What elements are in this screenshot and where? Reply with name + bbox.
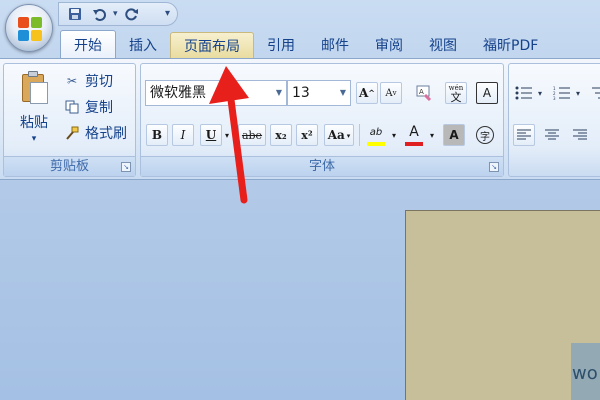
font-dialog-launcher-icon[interactable]: ↘ xyxy=(489,162,499,172)
grow-font-icon: ^ xyxy=(368,88,375,98)
copy-label: 复制 xyxy=(85,100,113,116)
bold-button[interactable]: B xyxy=(146,124,168,146)
phonetic-char-icon: 文 xyxy=(450,91,462,104)
tab-mailings[interactable]: 邮件 xyxy=(308,32,362,58)
numbering-button[interactable]: 123 xyxy=(551,82,573,104)
clipboard-dialog-launcher-icon[interactable]: ↘ xyxy=(121,162,131,172)
copy-button[interactable]: 复制 xyxy=(64,96,113,118)
undo-dropdown-icon[interactable]: ▾ xyxy=(113,9,118,19)
document-page[interactable]: wo xyxy=(405,210,600,400)
tab-foxit-pdf[interactable]: 福昕PDF xyxy=(470,32,551,58)
paste-button[interactable]: 粘贴 ▾ xyxy=(12,70,56,154)
tab-review[interactable]: 审阅 xyxy=(362,32,416,58)
multilevel-list-icon xyxy=(592,87,600,99)
align-left-button[interactable] xyxy=(513,124,535,146)
font-group-label: 字体 xyxy=(141,156,503,176)
align-center-button[interactable] xyxy=(541,124,563,146)
change-case-dropdown-icon: ▾ xyxy=(346,130,351,140)
font-color-dropdown-icon[interactable]: ▾ xyxy=(426,124,438,146)
align-right-button[interactable] xyxy=(569,124,591,146)
save-icon[interactable] xyxy=(65,5,85,23)
font-color-button[interactable]: A xyxy=(401,122,427,148)
font-name-select[interactable]: 微软雅黑 ▼ xyxy=(145,80,287,106)
font-name-value: 微软雅黑 xyxy=(150,85,206,101)
align-center-icon xyxy=(545,129,559,140)
superscript-button[interactable]: x² xyxy=(296,124,318,146)
underline-dropdown-icon[interactable]: ▾ xyxy=(221,124,233,146)
strikethrough-button[interactable]: abe xyxy=(238,124,266,146)
font-size-dropdown-icon[interactable]: ▼ xyxy=(340,81,346,105)
document-text: wo xyxy=(572,363,598,384)
cut-label: 剪切 xyxy=(85,74,113,90)
bullets-icon xyxy=(515,86,532,100)
paste-icon xyxy=(18,70,50,106)
clipboard-group-label: 剪贴板 xyxy=(4,156,135,176)
ribbon: 粘贴 ▾ ✂ 剪切 复制 格式刷 剪贴板 ↘ 微软雅黑 ▼ 13 ▼ A ^ A… xyxy=(0,58,600,180)
clear-format-icon: A xyxy=(416,85,432,102)
font-size-select[interactable]: 13 ▼ xyxy=(287,80,351,106)
font-size-value: 13 xyxy=(292,85,310,101)
paragraph-group: ▾ 123 ▾ xyxy=(508,63,600,177)
font-group: 微软雅黑 ▼ 13 ▼ A ^ Av A wén 文 A B I U ▾ abe x… xyxy=(140,63,504,177)
underline-button[interactable]: U xyxy=(200,124,222,146)
cut-button[interactable]: ✂ 剪切 xyxy=(64,70,113,92)
italic-button[interactable]: I xyxy=(172,124,194,146)
paste-label: 粘贴 xyxy=(20,115,48,131)
scissors-icon: ✂ xyxy=(66,74,78,88)
phonetic-guide-button[interactable]: wén 文 xyxy=(445,82,467,104)
shrink-font-icon: v xyxy=(392,89,397,97)
character-border-button[interactable]: A xyxy=(476,82,498,104)
shrink-font-button[interactable]: Av xyxy=(380,82,402,104)
undo-icon[interactable] xyxy=(89,5,109,23)
align-right-icon xyxy=(573,129,587,140)
justify-button[interactable] xyxy=(595,124,600,146)
change-case-button[interactable]: Aa ▾ xyxy=(324,124,354,146)
tab-home[interactable]: 开始 xyxy=(60,30,116,58)
highlight-dropdown-icon[interactable]: ▾ xyxy=(388,124,400,146)
office-logo-icon xyxy=(18,17,42,41)
customize-toolbar-icon[interactable]: ▾ xyxy=(165,8,170,19)
bullets-button[interactable] xyxy=(513,82,535,104)
paintbrush-icon xyxy=(64,125,80,141)
highlight-color-swatch xyxy=(367,142,385,146)
paste-dropdown-icon[interactable]: ▾ xyxy=(12,134,56,144)
clipboard-group: 粘贴 ▾ ✂ 剪切 复制 格式刷 剪贴板 ↘ xyxy=(3,63,136,177)
copy-icon xyxy=(64,99,80,115)
multilevel-list-button[interactable] xyxy=(587,82,600,104)
enclose-characters-button[interactable]: 字 xyxy=(474,124,496,146)
font-name-dropdown-icon[interactable]: ▼ xyxy=(276,81,282,105)
grow-font-button[interactable]: A ^ xyxy=(356,82,378,104)
align-left-icon xyxy=(517,129,531,140)
format-painter-button[interactable]: 格式刷 xyxy=(64,122,127,144)
svg-text:A: A xyxy=(419,88,424,96)
bullets-dropdown-icon[interactable]: ▾ xyxy=(535,82,545,104)
clear-format-button[interactable]: A xyxy=(413,82,435,104)
quick-access-toolbar: ▾ xyxy=(58,2,178,26)
tab-view[interactable]: 视图 xyxy=(416,32,470,58)
tab-insert[interactable]: 插入 xyxy=(116,32,170,58)
tab-page-layout[interactable]: 页面布局 xyxy=(170,32,254,58)
format-painter-label: 格式刷 xyxy=(85,126,127,142)
highlight-color-button[interactable]: ab xyxy=(363,122,389,148)
numbering-dropdown-icon[interactable]: ▾ xyxy=(573,82,583,104)
numbering-icon: 123 xyxy=(553,86,570,100)
tab-references[interactable]: 引用 xyxy=(254,32,308,58)
repeat-icon[interactable] xyxy=(122,5,142,23)
character-shading-button[interactable]: A xyxy=(443,124,465,146)
office-button[interactable] xyxy=(5,4,53,52)
font-toolbar-separator xyxy=(359,124,360,146)
svg-text:3: 3 xyxy=(553,96,556,100)
font-color-swatch xyxy=(405,142,423,146)
ribbon-tabs: 开始 插入 页面布局 引用 邮件 审阅 视图 福昕PDF xyxy=(60,30,551,58)
subscript-button[interactable]: x₂ xyxy=(270,124,292,146)
